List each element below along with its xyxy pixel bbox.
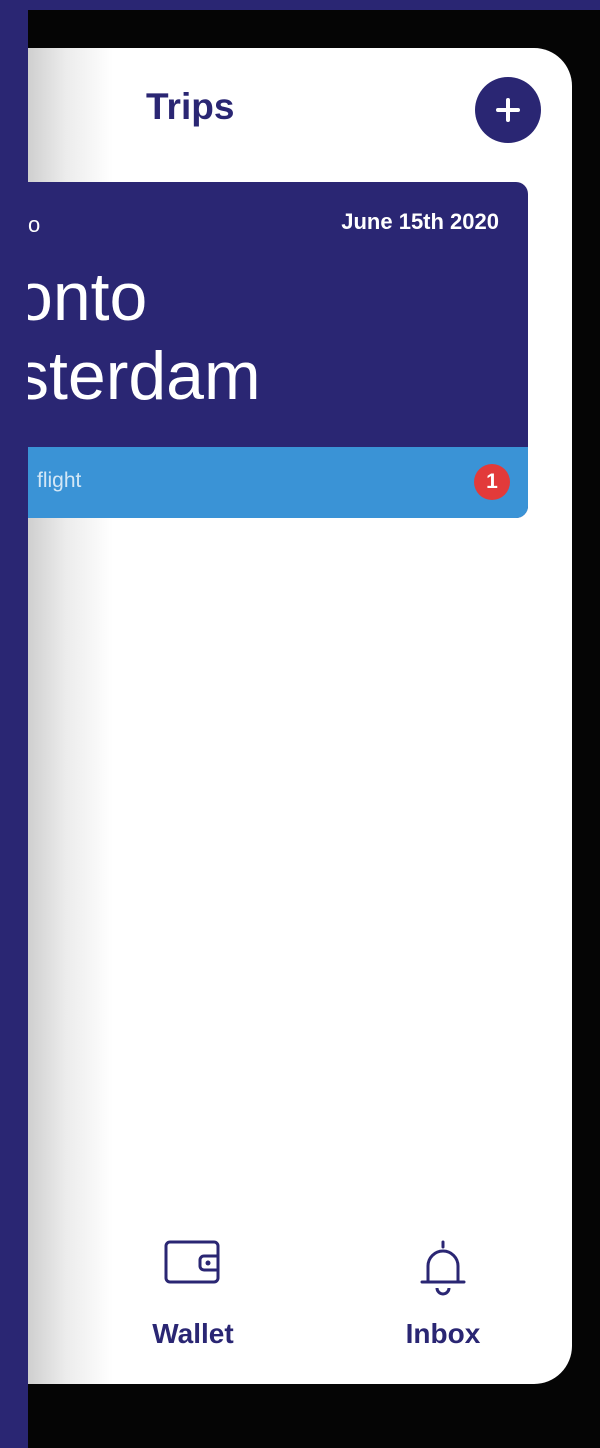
nav-wallet-label: Wallet (152, 1318, 234, 1349)
page-title: Trips (146, 86, 235, 127)
notification-badge: 1 (474, 464, 510, 500)
nav-inbox-label: Inbox (405, 1318, 481, 1349)
trip-origin-code: o (28, 212, 41, 237)
trip-destination-city: sterdam (28, 338, 261, 414)
nav-wallet[interactable]: Wallet (113, 1238, 273, 1358)
bell-icon (420, 1240, 466, 1296)
trip-date: June 15th 2020 (341, 209, 499, 234)
nav-inbox[interactable]: Inbox (363, 1238, 523, 1358)
trips-screen: Trips o June 15th 2020 onto sterdam flig… (28, 48, 572, 1384)
flight-label: flight (37, 469, 82, 492)
top-background-strip (0, 0, 600, 10)
left-drawer-panel[interactable] (0, 0, 28, 1448)
add-trip-button[interactable] (475, 77, 541, 143)
trip-card[interactable]: o June 15th 2020 onto sterdam flight 1 (28, 182, 528, 518)
trip-origin-city: onto (28, 259, 148, 335)
wallet-icon (164, 1240, 220, 1284)
flight-status-bar[interactable]: flight 1 (28, 447, 528, 518)
plus-icon (496, 98, 520, 122)
